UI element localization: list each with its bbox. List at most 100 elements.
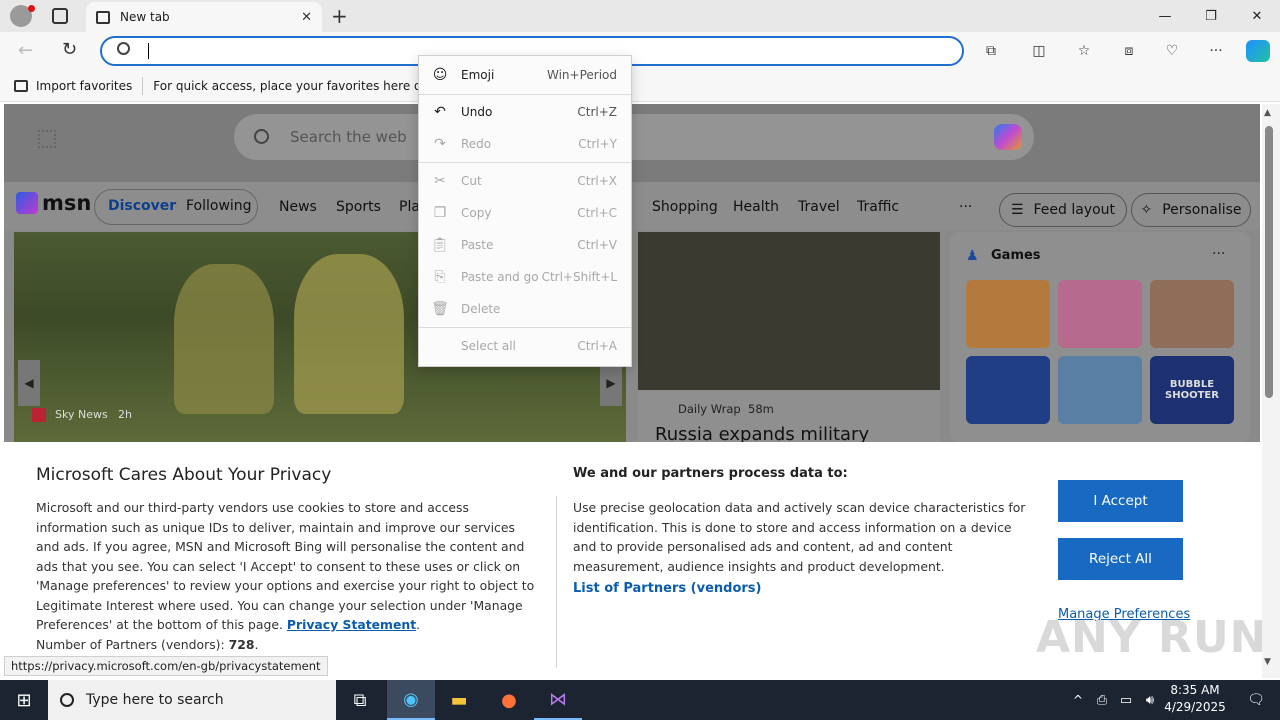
msn-logo[interactable]: msn xyxy=(42,191,91,215)
nav-traffic[interactable]: Traffic xyxy=(857,199,899,215)
redo-icon: ↷ xyxy=(434,136,446,152)
visual-studio-icon[interactable]: ⋈ xyxy=(534,680,582,720)
tab-discover[interactable]: Discover xyxy=(108,198,176,214)
scrollbar-thumb[interactable] xyxy=(1265,126,1273,398)
close-tab-icon[interactable]: ✕ xyxy=(301,10,312,25)
firefox-icon[interactable]: ● xyxy=(485,680,533,720)
game-tile[interactable] xyxy=(966,280,1050,348)
tab-actions-icon[interactable] xyxy=(52,8,68,24)
divider xyxy=(142,76,144,95)
menu-item-delete[interactable]: 🗑︎ Delete xyxy=(419,294,631,324)
feed-layout-button[interactable]: ☰ Feed layout xyxy=(999,193,1127,227)
privacy-statement-link[interactable]: Privacy Statement xyxy=(287,617,416,632)
watermark-logo: ANY RUN xyxy=(1036,612,1268,663)
menu-item-redo[interactable]: ↷ Redo Ctrl+Y xyxy=(419,129,631,159)
undo-icon: ↶ xyxy=(434,104,446,120)
nav-health[interactable]: Health xyxy=(733,199,779,215)
reject-all-button[interactable]: Reject All xyxy=(1058,538,1183,580)
menu-label: Undo xyxy=(461,105,493,119)
edge-app-icon[interactable]: ◉ xyxy=(387,680,435,720)
menu-separator xyxy=(419,94,631,95)
menu-shortcut: Ctrl+A xyxy=(577,339,617,353)
tab-following[interactable]: Following xyxy=(186,198,252,214)
text-caret xyxy=(148,43,149,59)
taskbar-search-placeholder: Type here to search xyxy=(86,692,224,708)
taskbar-search[interactable]: Type here to search xyxy=(48,680,336,720)
more-options-icon[interactable]: ··· xyxy=(1204,40,1228,62)
tab-new-tab[interactable]: New tab ✕ xyxy=(86,2,322,32)
apps-grid-icon[interactable] xyxy=(38,130,56,148)
import-favorites[interactable]: Import favorites xyxy=(14,79,132,93)
nav-travel[interactable]: Travel xyxy=(798,199,840,215)
clock-time: 8:35 AM xyxy=(1170,683,1220,697)
msn-logo-icon[interactable] xyxy=(16,192,38,214)
windows-start-icon[interactable]: ⊞ xyxy=(0,680,48,720)
game-tile[interactable]: BUBBLE SHOOTER xyxy=(1150,356,1234,424)
clock-date: 4/29/2025 xyxy=(1164,700,1226,714)
import-favorites-label: Import favorites xyxy=(36,78,133,93)
divider xyxy=(556,496,557,668)
menu-item-paste[interactable]: 📋︎ Paste Ctrl+V xyxy=(419,230,631,260)
menu-label: Paste and go xyxy=(461,270,539,284)
nav-more-icon[interactable]: ··· xyxy=(959,199,972,215)
game-bubble-label: BUBBLE SHOOTER xyxy=(1165,379,1219,401)
personalise-button[interactable]: ✧ Personalise xyxy=(1131,193,1251,227)
refresh-icon[interactable]: ↻ xyxy=(62,39,77,60)
system-clock[interactable]: 8:35 AM 4/29/2025 xyxy=(1160,682,1230,716)
menu-shortcut: Ctrl+X xyxy=(577,174,617,188)
game-tile[interactable] xyxy=(1150,280,1234,348)
menu-separator xyxy=(419,162,631,163)
nav-news[interactable]: News xyxy=(279,199,317,215)
menu-item-paste-and-go[interactable]: ⎘ Paste and go Ctrl+Shift+L xyxy=(419,262,631,292)
news-card-image[interactable] xyxy=(638,232,940,390)
nav-sports[interactable]: Sports xyxy=(336,199,381,215)
restore-button[interactable]: ❐ xyxy=(1188,0,1234,32)
msn-search-box[interactable]: Search the web xyxy=(234,114,1034,160)
copilot-logo-icon[interactable] xyxy=(994,124,1022,150)
menu-label: Redo xyxy=(461,137,492,151)
scissors-icon: ✂ xyxy=(434,173,446,189)
menu-shortcut: Win+Period xyxy=(546,68,617,82)
menu-item-cut[interactable]: ✂ Cut Ctrl+X xyxy=(419,166,631,196)
game-tile[interactable] xyxy=(1058,280,1142,348)
new-tab-button[interactable]: + xyxy=(331,4,348,28)
nav-shopping[interactable]: Shopping xyxy=(652,199,718,215)
file-explorer-icon[interactable]: ▬ xyxy=(435,680,483,720)
menu-item-undo[interactable]: ↶ Undo Ctrl+Z xyxy=(419,97,631,127)
notifications-icon[interactable]: 🗨︎ xyxy=(1232,680,1280,720)
split-screen-icon[interactable]: ◫ xyxy=(1027,40,1051,62)
accept-button[interactable]: I Accept xyxy=(1058,480,1183,522)
copilot-icon[interactable] xyxy=(1246,40,1270,62)
paste-icon: 📋︎ xyxy=(431,237,449,253)
menu-item-select-all[interactable]: Select all Ctrl+A xyxy=(419,331,631,361)
games-icon: ♟ xyxy=(966,248,979,264)
favorites-icon[interactable]: ☆ xyxy=(1072,40,1096,62)
minimize-button[interactable]: — xyxy=(1142,0,1188,32)
status-url: https://privacy.microsoft.com/en-gb/priv… xyxy=(4,656,328,676)
nav-play[interactable]: Pla xyxy=(399,199,420,215)
scroll-up-icon[interactable]: ▲ xyxy=(1264,108,1271,118)
partners-list-link[interactable]: List of Partners (vendors) xyxy=(573,581,761,596)
games-more-icon[interactable]: ··· xyxy=(1212,246,1225,262)
menu-item-copy[interactable]: ❐ Copy Ctrl+C xyxy=(419,198,631,228)
menu-label: Delete xyxy=(461,302,501,316)
partners-count: 728 xyxy=(228,636,255,652)
hero-image-glass xyxy=(294,254,404,414)
extensions-icon[interactable]: ⧉ xyxy=(979,40,1003,62)
game-tile[interactable] xyxy=(966,356,1050,424)
context-menu: ☺ Emoji Win+Period ↶ Undo Ctrl+Z ↷ Redo … xyxy=(418,55,632,367)
carousel-prev-icon[interactable]: ◀ xyxy=(18,360,40,406)
notification-dot xyxy=(28,5,35,12)
menu-item-emoji[interactable]: ☺ Emoji Win+Period xyxy=(419,60,631,90)
close-window-button[interactable]: ✕ xyxy=(1234,0,1280,32)
task-view-icon[interactable]: ⧉ xyxy=(336,680,384,720)
game-tile[interactable] xyxy=(1058,356,1142,424)
scroll-down-icon[interactable]: ▼ xyxy=(1264,657,1271,667)
back-icon[interactable]: ← xyxy=(18,40,33,61)
newtab-page-icon xyxy=(96,10,110,24)
performance-icon[interactable]: ♡ xyxy=(1160,40,1184,62)
card2-title[interactable]: Russia expands military xyxy=(655,424,869,442)
personalise-label: Personalise xyxy=(1162,202,1242,218)
sliders-icon: ☰ xyxy=(1010,202,1024,218)
collections-icon[interactable]: ⧈ xyxy=(1117,40,1141,62)
